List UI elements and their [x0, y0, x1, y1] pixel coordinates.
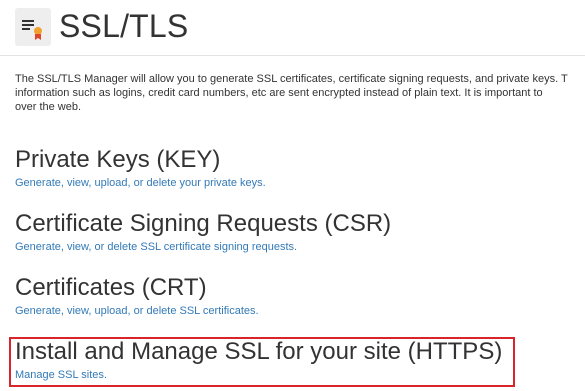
section-csr: Certificate Signing Requests (CSR) Gener…: [15, 210, 391, 253]
manage-ssl-sites-link[interactable]: Manage SSL sites.: [15, 369, 502, 381]
page-title: SSL/TLS: [59, 7, 189, 44]
private-keys-link[interactable]: Generate, view, upload, or delete your p…: [15, 177, 266, 189]
section-heading-certificates: Certificates (CRT): [15, 274, 207, 301]
description-line: information such as logins, credit card …: [15, 87, 543, 99]
header-divider: [0, 55, 585, 56]
description-line: over the web.: [15, 101, 82, 113]
ssl-tls-page: SSL/TLS The SSL/TLS Manager will allow y…: [0, 0, 585, 391]
section-heading-install-ssl: Install and Manage SSL for your site (HT…: [15, 338, 503, 365]
ssl-certificate-icon: [15, 6, 51, 46]
certificates-link[interactable]: Generate, view, upload, or delete SSL ce…: [15, 305, 259, 317]
section-certificates: Certificates (CRT) Generate, view, uploa…: [15, 274, 259, 317]
section-install-ssl: Install and Manage SSL for your site (HT…: [15, 338, 502, 381]
section-heading-csr: Certificate Signing Requests (CSR): [15, 210, 392, 237]
csr-link[interactable]: Generate, view, or delete SSL certificat…: [15, 241, 391, 253]
page-header: SSL/TLS: [15, 6, 188, 46]
page-description: The SSL/TLS Manager will allow you to ge…: [15, 72, 585, 114]
section-private-keys: Private Keys (KEY) Generate, view, uploa…: [15, 146, 266, 189]
description-line: The SSL/TLS Manager will allow you to ge…: [15, 73, 568, 85]
section-heading-private-keys: Private Keys (KEY): [15, 146, 221, 173]
